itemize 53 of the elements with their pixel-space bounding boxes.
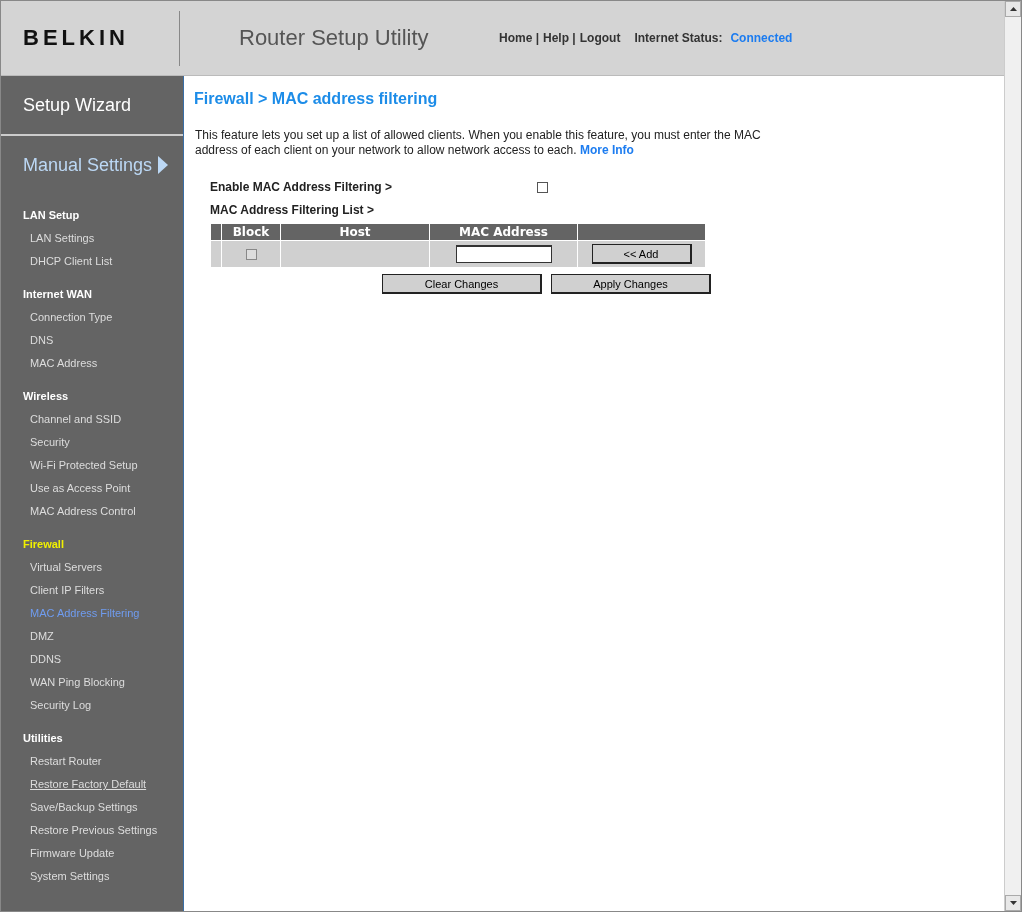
column-header: Block (222, 224, 280, 240)
manual-settings-link[interactable]: Manual Settings (1, 136, 183, 194)
sidebar-item[interactable]: Security (1, 431, 183, 454)
status-value: Connected (730, 31, 793, 45)
sidebar-item[interactable]: DMZ (1, 625, 183, 648)
sidebar-item[interactable]: LAN Settings (1, 227, 183, 250)
sidebar-item[interactable]: Restore Factory Default (1, 773, 183, 796)
sidebar-item[interactable]: Use as Access Point (1, 477, 183, 500)
sidebar-item[interactable]: Client IP Filters (1, 579, 183, 602)
sidebar-item[interactable]: WAN Ping Blocking (1, 671, 183, 694)
sidebar-item[interactable]: Save/Backup Settings (1, 796, 183, 819)
sidebar-item[interactable]: Virtual Servers (1, 556, 183, 579)
up-arrow-icon[interactable] (1009, 7, 1017, 11)
section-title: Wireless (22, 389, 70, 404)
sidebar-item[interactable]: MAC Address (1, 352, 183, 375)
enable-label: Enable MAC Address Filtering > (210, 180, 393, 194)
logo: BELKIN (22, 25, 130, 51)
block-checkbox[interactable] (245, 248, 257, 260)
column-header: Host (281, 224, 429, 240)
app-title: Router Setup Utility (239, 25, 430, 51)
column-header: MAC Address (430, 224, 577, 240)
sidebar-item[interactable]: DNS (1, 329, 183, 352)
sidebar-item[interactable]: Wi-Fi Protected Setup (1, 454, 183, 477)
description: This feature lets you set up a list of allowed clients. When you enable this feature, you must enter the MAC address of each client on your network to allow network access to each. More Info (195, 128, 762, 158)
add-button[interactable]: << Add (591, 244, 692, 265)
nav-link[interactable]: Help | (543, 31, 576, 45)
section-title: Firewall (22, 537, 65, 552)
more-info-link[interactable]: More Info (579, 143, 634, 157)
status-label: Internet Status: (634, 31, 723, 45)
action-button[interactable]: Apply Changes (551, 274, 711, 294)
page-heading: Firewall > MAC address filtering (194, 90, 439, 108)
sidebar-item[interactable]: DDNS (1, 648, 183, 671)
sidebar-item[interactable]: Firmware Update (1, 842, 183, 865)
triangle-icon (158, 156, 169, 174)
action-button[interactable]: Clear Changes (382, 274, 542, 294)
sidebar-item[interactable]: Channel and SSID (1, 408, 183, 431)
enable-checkbox[interactable] (537, 181, 548, 193)
section-title: Internet WAN (22, 287, 94, 302)
sidebar-item[interactable]: Restart Router (1, 750, 183, 773)
sidebar-item[interactable]: Security Log (1, 694, 183, 717)
sidebar-item[interactable]: System Settings (1, 865, 183, 888)
down-arrow-icon[interactable] (1009, 901, 1017, 905)
sidebar-item[interactable]: Connection Type (1, 306, 183, 329)
sidebar-item[interactable]: Restore Previous Settings (1, 819, 183, 842)
nav-link[interactable]: Logout (579, 31, 621, 45)
section-title: Utilities (22, 731, 64, 746)
sidebar-item[interactable]: DHCP Client List (1, 250, 183, 273)
mac-address-field[interactable] (455, 245, 552, 263)
section-title: LAN Setup (22, 208, 81, 223)
list-label: MAC Address Filtering List > (210, 203, 375, 217)
nav-link[interactable]: Home | (499, 31, 540, 45)
scrollbar[interactable] (1004, 1, 1021, 911)
sidebar-item[interactable]: MAC Address Control (1, 500, 183, 523)
